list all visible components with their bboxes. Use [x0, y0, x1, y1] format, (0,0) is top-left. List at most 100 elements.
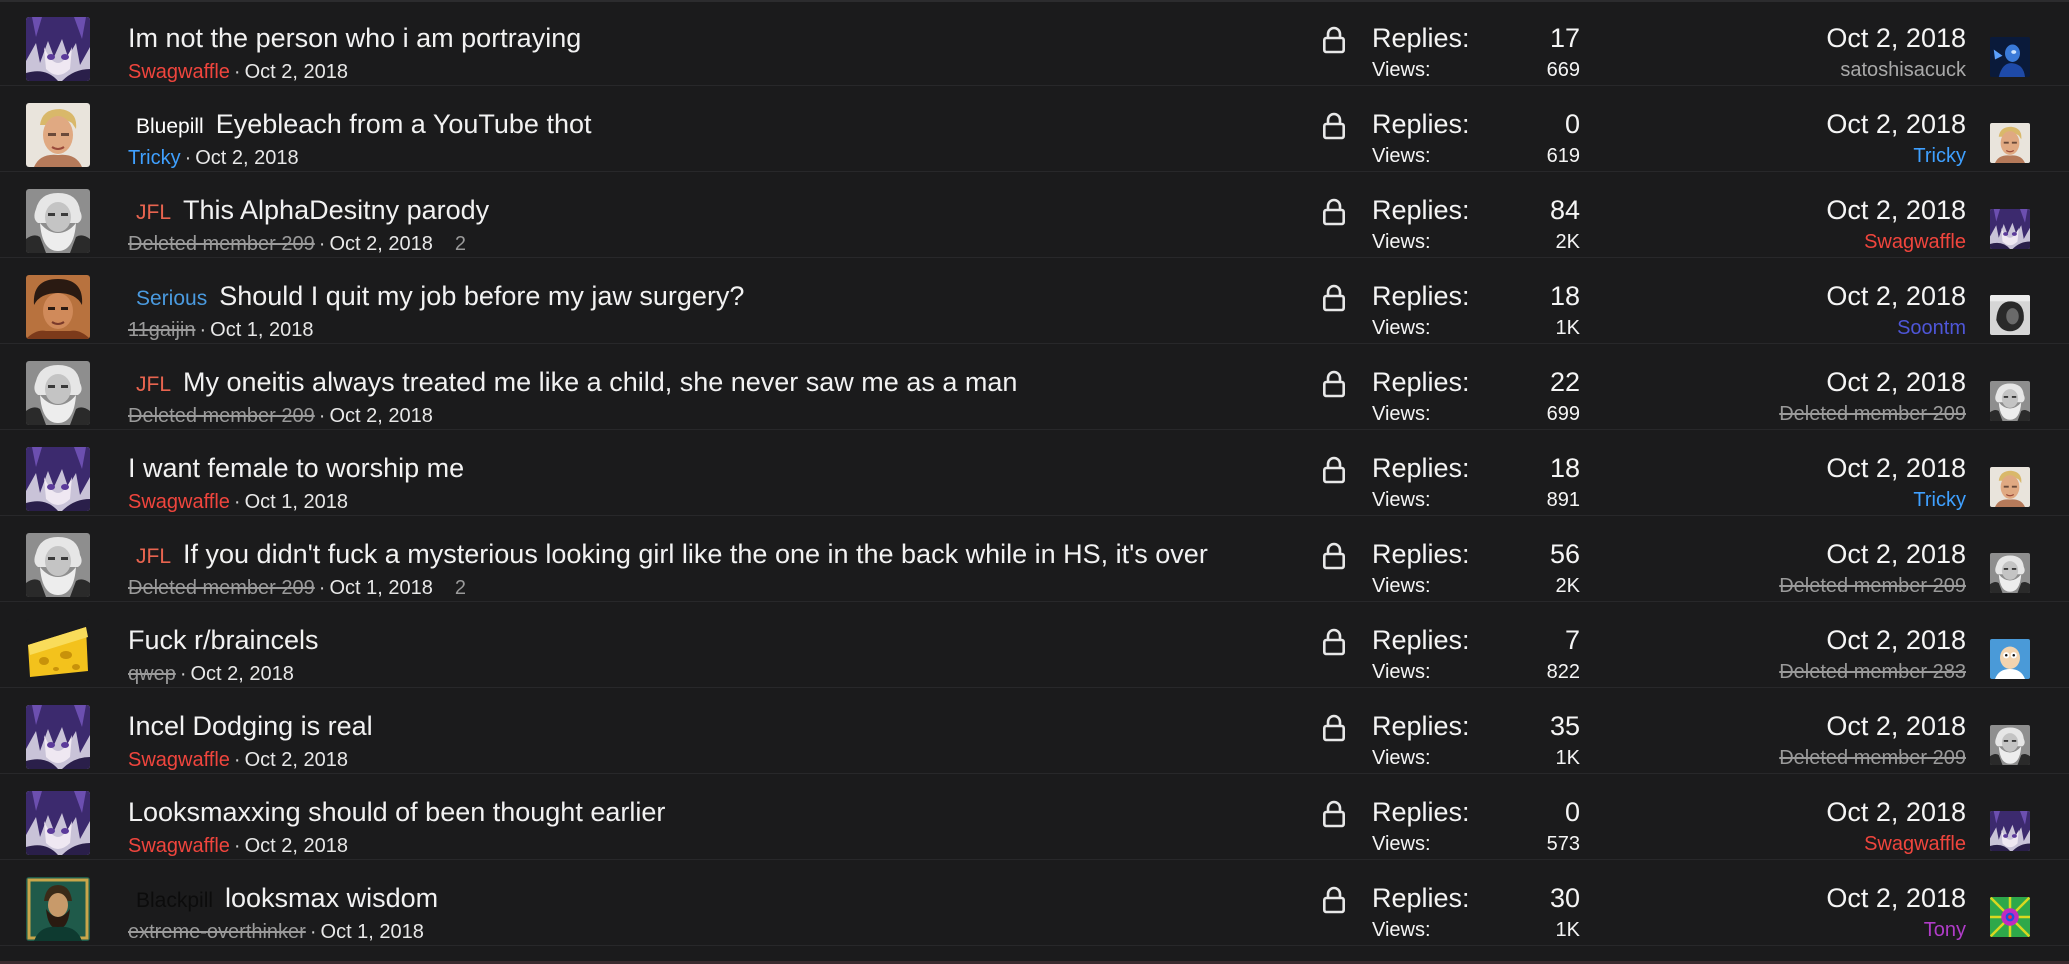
thread-title-link[interactable]: looksmax wisdom [225, 883, 438, 913]
thread-row[interactable]: Incel Dodging is real Swagwaffle · Oct 2, … [0, 688, 2069, 774]
author-avatar[interactable] [26, 103, 90, 167]
thread-start-date[interactable]: Oct 1, 2018 [329, 577, 432, 599]
thread-author-link[interactable]: 11gaijin [128, 319, 195, 341]
thread-start-date[interactable]: Oct 2, 2018 [245, 749, 348, 771]
author-avatar[interactable] [26, 17, 90, 81]
thread-start-date[interactable]: Oct 2, 2018 [329, 233, 432, 255]
thread-title-link[interactable]: My oneitis always treated me like a chil… [183, 367, 1017, 397]
replies-count: 7 [1564, 625, 1580, 655]
last-poster-link[interactable]: satoshisacuck [1840, 58, 1966, 82]
thread-title-link[interactable]: Fuck r/braincels [128, 625, 319, 655]
last-post-date[interactable]: Oct 2, 2018 [1826, 108, 1966, 140]
author-avatar[interactable] [26, 619, 90, 683]
author-avatar[interactable] [26, 361, 90, 425]
last-post-date[interactable]: Oct 2, 2018 [1826, 796, 1966, 828]
last-post-date[interactable]: Oct 2, 2018 [1826, 624, 1966, 656]
thread-prefix[interactable]: Blackpill [136, 889, 213, 912]
author-avatar[interactable] [26, 791, 90, 855]
thread-title-link[interactable]: I want female to worship me [128, 453, 464, 483]
thread-title-link[interactable]: If you didn't fuck a mysterious looking … [183, 539, 1208, 569]
replies-count: 56 [1549, 539, 1580, 569]
thread-title-link[interactable]: This AlphaDesitny parody [183, 195, 489, 225]
last-post-date[interactable]: Oct 2, 2018 [1826, 538, 1966, 570]
thread-row[interactable]: I want female to worship me Swagwaffle · O… [0, 430, 2069, 516]
thread-start-date[interactable]: Oct 1, 2018 [210, 319, 313, 341]
last-poster-link[interactable]: Tony [1924, 918, 1966, 942]
last-poster-avatar[interactable] [1990, 381, 2030, 421]
last-poster-link[interactable]: Deleted member 209 [1779, 402, 1966, 426]
thread-start-date[interactable]: Oct 1, 2018 [245, 491, 348, 513]
thread-author-link[interactable]: Deleted member 209 [128, 405, 315, 427]
last-poster-link[interactable]: Swagwaffle [1864, 230, 1966, 254]
thread-row[interactable]: Im not the person who i am portraying Sw… [0, 0, 2069, 86]
thread-title-link[interactable]: Should I quit my job before my jaw surge… [219, 281, 744, 311]
thread-prefix[interactable]: Bluepill [136, 115, 204, 138]
last-poster-avatar[interactable] [1990, 209, 2030, 249]
thread-row[interactable]: JFL This AlphaDesitny parody Deleted memb… [0, 172, 2069, 258]
last-poster-avatar[interactable] [1990, 639, 2030, 679]
last-post-date[interactable]: Oct 2, 2018 [1826, 194, 1966, 226]
last-poster-link[interactable]: Deleted member 209 [1779, 574, 1966, 598]
thread-author-link[interactable]: Swagwaffle [128, 61, 230, 83]
thread-prefix[interactable]: JFL [136, 545, 171, 568]
thread-author-link[interactable]: qwep [128, 663, 176, 685]
last-post-date[interactable]: Oct 2, 2018 [1826, 280, 1966, 312]
meta-separator: · [233, 61, 241, 83]
last-poster-avatar[interactable] [1990, 897, 2030, 937]
author-avatar[interactable] [26, 275, 90, 339]
last-poster-link[interactable]: Tricky [1913, 488, 1966, 512]
author-avatar[interactable] [26, 447, 90, 511]
last-poster-link[interactable]: Swagwaffle [1864, 832, 1966, 856]
thread-row[interactable]: Fuck r/braincels qwep · Oct 2, 2018 Replie… [0, 602, 2069, 688]
thread-page-link[interactable]: 2 [455, 577, 466, 599]
last-poster-avatar[interactable] [1990, 123, 2030, 163]
thread-prefix[interactable]: JFL [136, 373, 171, 396]
last-poster-link[interactable]: Tricky [1913, 144, 1966, 168]
thread-start-date[interactable]: Oct 2, 2018 [245, 61, 348, 83]
thread-page-link[interactable]: 2 [455, 233, 466, 255]
author-avatar[interactable] [26, 189, 90, 253]
author-avatar[interactable] [26, 705, 90, 769]
last-post-date[interactable]: Oct 2, 2018 [1826, 22, 1966, 54]
last-post-date[interactable]: Oct 2, 2018 [1826, 452, 1966, 484]
thread-start-date[interactable]: Oct 2, 2018 [329, 405, 432, 427]
last-poster-link[interactable]: Soontm [1897, 316, 1966, 340]
thread-start-date[interactable]: Oct 2, 2018 [245, 835, 348, 857]
last-poster-avatar[interactable] [1990, 295, 2030, 335]
thread-author-link[interactable]: Tricky [128, 147, 181, 169]
thread-title-link[interactable]: Incel Dodging is real [128, 711, 373, 741]
last-poster-link[interactable]: Deleted member 283 [1779, 660, 1966, 684]
last-post-date[interactable]: Oct 2, 2018 [1826, 710, 1966, 742]
thread-author-link[interactable]: Deleted member 209 [128, 233, 315, 255]
thread-row[interactable]: JFL If you didn't fuck a mysterious looki… [0, 516, 2069, 602]
thread-start-date[interactable]: Oct 2, 2018 [195, 147, 298, 169]
last-post-date[interactable]: Oct 2, 2018 [1826, 366, 1966, 398]
thread-author-link[interactable]: Swagwaffle [128, 491, 230, 513]
thread-start-date[interactable]: Oct 2, 2018 [190, 663, 293, 685]
last-poster-avatar[interactable] [1990, 37, 2030, 77]
thread-title-link[interactable]: Im not the person who i am portraying [128, 23, 581, 53]
thread-title-link[interactable]: Eyebleach from a YouTube thot [216, 109, 592, 139]
thread-prefix[interactable]: Serious [136, 287, 207, 310]
last-poster-avatar[interactable] [1990, 553, 2030, 593]
thread-author-link[interactable]: extreme-overthinker [128, 921, 306, 943]
thread-row[interactable]: JFL My oneitis always treated me like a c… [0, 344, 2069, 430]
thread-row[interactable]: Serious Should I quit my job before my ja… [0, 258, 2069, 344]
author-avatar[interactable] [26, 877, 90, 941]
thread-row[interactable]: Bluepill Eyebleach from a YouTube thot Tr… [0, 86, 2069, 172]
last-poster-link[interactable]: Deleted member 209 [1779, 746, 1966, 770]
thread-author-link[interactable]: Swagwaffle [128, 835, 230, 857]
cartoon-man-avatar [1990, 639, 2030, 679]
thread-start-date[interactable]: Oct 1, 2018 [321, 921, 424, 943]
thread-row[interactable]: Blackpill looksmax wisdom extreme-overthi… [0, 860, 2069, 946]
author-avatar[interactable] [26, 533, 90, 597]
last-post-date[interactable]: Oct 2, 2018 [1826, 882, 1966, 914]
thread-prefix[interactable]: JFL [136, 201, 171, 224]
thread-author-link[interactable]: Deleted member 209 [128, 577, 315, 599]
thread-row[interactable]: Looksmaxxing should of been thought earl… [0, 774, 2069, 860]
thread-title-link[interactable]: Looksmaxxing should of been thought earl… [128, 797, 665, 827]
last-poster-avatar[interactable] [1990, 467, 2030, 507]
last-poster-avatar[interactable] [1990, 811, 2030, 851]
last-poster-avatar[interactable] [1990, 725, 2030, 765]
thread-author-link[interactable]: Swagwaffle [128, 749, 230, 771]
